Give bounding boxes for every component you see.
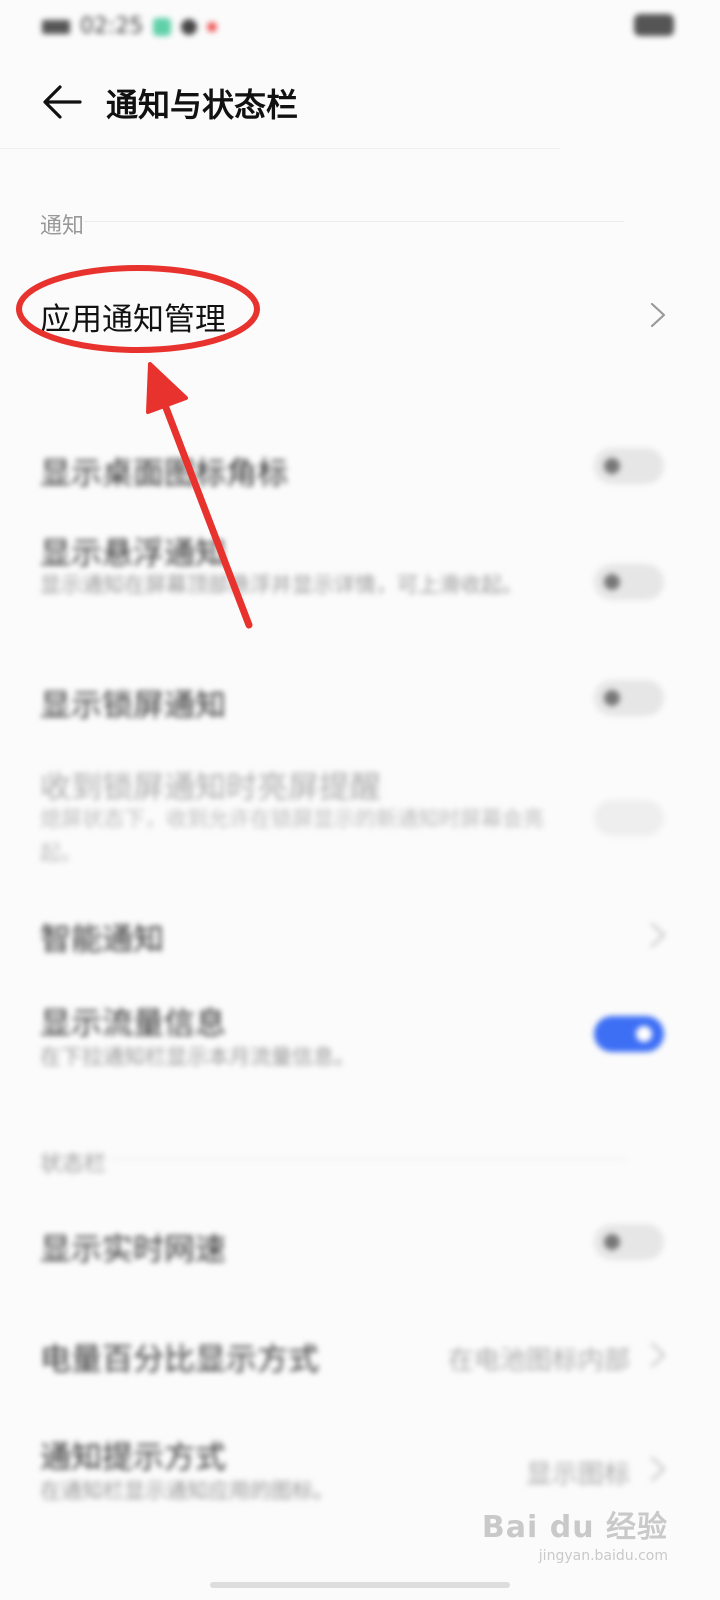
status-right (634, 14, 674, 36)
screen: 02:25 通知与状态栏 通知 应用通知管理 显示桌面图标角标 显示悬浮通知 显… (0, 0, 720, 1600)
wake-screen-toggle[interactable] (594, 800, 664, 836)
battery-percent-value: 在电池图标内部 (447, 1346, 630, 1376)
notification-style-value: 显示图标 (525, 1460, 630, 1490)
battery-percent-label: 电量百分比显示方式 (40, 1342, 319, 1378)
battery-percent-row[interactable]: 电量百分比显示方式 在电池图标内部 (0, 1330, 720, 1390)
home-indicator (210, 1582, 510, 1588)
net-speed-row[interactable]: 显示实时网速 (0, 1220, 720, 1280)
back-button[interactable] (40, 82, 84, 122)
data-usage-row[interactable]: 显示流量信息 在下拉通知栏显示本月流量信息。 (0, 998, 720, 1078)
page-title: 通知与状态栏 (106, 86, 299, 124)
section-label-notifications: 通知 (40, 214, 85, 239)
lock-screen-row[interactable]: 显示锁屏通知 (0, 676, 720, 736)
annotation-arrow-head (146, 362, 188, 414)
app-notification-icon-3 (207, 21, 218, 32)
wake-screen-subtitle: 熄屏状态下，收到允许在锁屏显示的新通知时屏幕会亮起。 (40, 807, 544, 865)
chevron-right-icon (650, 1456, 666, 1482)
app-notification-icon-2 (181, 18, 198, 35)
data-usage-label: 显示流量信息 (40, 1006, 226, 1042)
baidu-watermark-url: jingyan.baidu.com (538, 1548, 668, 1564)
floating-toggle[interactable] (594, 564, 664, 600)
lock-screen-label: 显示锁屏通知 (40, 688, 226, 724)
header: 通知与状态栏 (0, 56, 720, 148)
smart-notification-row[interactable]: 智能通知 (0, 912, 720, 962)
status-bar: 02:25 (0, 0, 720, 56)
chevron-right-icon (650, 302, 666, 328)
net-speed-toggle[interactable] (594, 1224, 664, 1260)
baidu-watermark: Bai du 经验 (481, 1510, 668, 1545)
app-notification-management-row[interactable]: 应用通知管理 (0, 260, 720, 370)
net-speed-label: 显示实时网速 (40, 1232, 226, 1268)
wake-screen-row[interactable]: 收到锁屏通知时亮屏提醒 熄屏状态下，收到允许在锁屏显示的新通知时屏幕会亮起。 (0, 762, 720, 872)
badge-label: 显示桌面图标角标 (40, 456, 288, 492)
data-usage-subtitle: 在下拉通知栏显示本月流量信息。 (40, 1045, 355, 1069)
status-time: 02:25 (80, 14, 144, 39)
status-left: 02:25 (42, 14, 218, 39)
battery-icon (634, 14, 674, 36)
smart-notification-label: 智能通知 (40, 922, 164, 958)
section-label-status-bar: 状态栏 (40, 1152, 107, 1177)
floating-subtitle: 显示通知在屏幕顶部悬浮并显示详情，可上滑收起。 (40, 573, 523, 597)
lock-screen-toggle[interactable] (594, 680, 664, 716)
notification-style-label: 通知提示方式 (40, 1440, 226, 1476)
back-arrow-icon (43, 85, 82, 119)
chevron-right-icon (650, 922, 666, 948)
chevron-right-icon (650, 1342, 666, 1368)
header-divider (0, 148, 560, 149)
badge-row[interactable]: 显示桌面图标角标 (0, 440, 720, 500)
data-usage-toggle[interactable] (594, 1016, 664, 1052)
app-notification-management-label: 应用通知管理 (40, 302, 226, 338)
wake-screen-label: 收到锁屏通知时亮屏提醒 (40, 770, 381, 806)
badge-toggle[interactable] (594, 448, 664, 484)
floating-label: 显示悬浮通知 (40, 536, 226, 572)
app-notification-icon (153, 17, 172, 36)
section-divider (108, 1159, 628, 1160)
section-divider (84, 221, 624, 222)
floating-row[interactable]: 显示悬浮通知 显示通知在屏幕顶部悬浮并显示详情，可上滑收起。 (0, 528, 720, 638)
signal-icon (42, 19, 70, 34)
